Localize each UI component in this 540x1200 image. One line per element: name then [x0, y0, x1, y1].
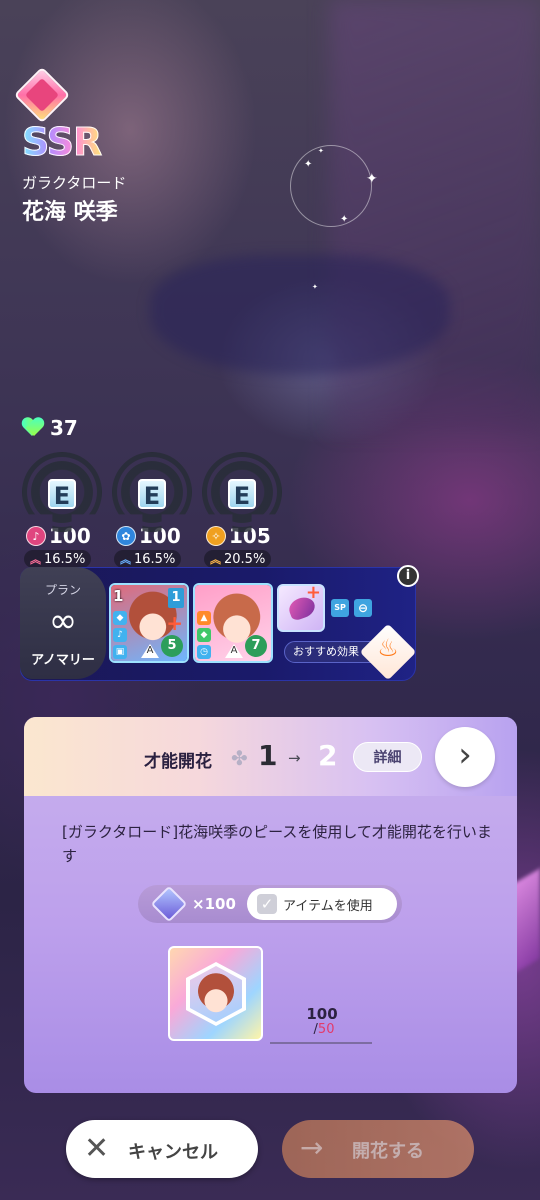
rank-gauge: E — [112, 452, 192, 532]
required-count: /50 — [313, 1022, 335, 1037]
rank-gauge: E — [22, 452, 102, 532]
card-rank: 1 — [168, 588, 184, 608]
background-collar — [150, 255, 450, 375]
use-item-label: アイテムを使用 — [283, 898, 373, 914]
sparkle-icon: ✦ — [340, 214, 349, 225]
sparkle-icon: ✦ — [366, 171, 378, 187]
use-item-toggle[interactable]: ✓ アイテムを使用 — [247, 888, 397, 920]
panel-header: 才能開花 ✤ 1 → 2 詳細 › — [24, 717, 517, 796]
rank-letter: E — [228, 479, 256, 510]
support-card[interactable]: 1 1 + ◆ ♪ ▣ A 5 — [109, 583, 189, 663]
stat-vocal: E ♪ 100 ︽ 16.5% — [22, 452, 104, 568]
support-card[interactable]: ▲ ◆ ◷ A 7 — [193, 583, 273, 663]
sp-badge: SP — [331, 599, 349, 617]
plus-icon: + — [166, 611, 183, 635]
sparkle-icon: ✦ — [312, 283, 318, 291]
card-level: 1 — [113, 587, 124, 605]
skill-icons: ◆ ♪ ▣ — [113, 611, 127, 659]
card-name: 花海 咲季 — [22, 200, 118, 225]
divider — [270, 1042, 372, 1044]
panel-title: 才能開花 — [144, 752, 212, 772]
cancel-label: キャンセル — [128, 1142, 218, 1163]
stamina: 37 — [22, 416, 78, 440]
plan-label: プラン — [44, 583, 81, 597]
sparkle-ring — [290, 145, 372, 227]
clover-icon: ✤ — [231, 746, 248, 770]
fire-icon: ♨ — [377, 634, 399, 662]
rank-gauge: E — [202, 452, 282, 532]
rank-letter: E — [48, 479, 76, 510]
stat-visual: E ✧ 105 ︽ 20.5% — [202, 452, 284, 568]
rank-letter: E — [138, 479, 166, 510]
visual-icon: ✧ — [206, 526, 226, 546]
count-badge: 5 — [161, 635, 183, 657]
close-icon: ✕ — [84, 1131, 110, 1166]
talent-bloom-panel: 才能開花 ✤ 1 → 2 詳細 › [ガラクタロード]花海咲季のピースを使用して… — [24, 717, 517, 1093]
sparkle-icon: ✦ — [318, 147, 324, 155]
card-subtitle: ガラクタロード — [22, 174, 127, 192]
rarity-badge: SSR — [21, 120, 102, 165]
stamina-value: 37 — [50, 416, 78, 440]
checkbox-icon[interactable]: ✓ — [257, 894, 277, 914]
stat-dance: E ✿ 100 ︽ 16.5% — [112, 452, 194, 568]
infinity-icon: ∞ — [48, 601, 78, 641]
bloom-description: [ガラクタロード]花海咲季のピースを使用して才能開花を行います — [62, 823, 492, 865]
stat-percent: ︽ 16.5% — [114, 550, 182, 568]
detail-button[interactable]: 詳細 — [353, 742, 422, 772]
arrow-icon: → — [288, 749, 301, 767]
plus-icon: + — [305, 582, 321, 603]
info-icon[interactable]: i — [397, 565, 419, 587]
level-from: 1 — [258, 739, 278, 772]
bloom-label: 開花する — [352, 1141, 424, 1162]
plan-box[interactable]: プラン ∞ アノマリー — [20, 567, 106, 679]
stat-percent: ︽ 20.5% — [204, 550, 272, 568]
p-item[interactable]: + — [277, 582, 325, 632]
item-quantity: ×100 — [192, 895, 236, 913]
skill-icons: ▲ ◆ ◷ — [197, 611, 211, 659]
vocal-icon: ♪ — [26, 526, 46, 546]
heart-icon — [22, 418, 44, 438]
level-to: 2 — [318, 739, 338, 772]
owned-count: 100 — [306, 1005, 338, 1023]
memory-piece[interactable] — [168, 946, 263, 1041]
dance-icon: ✿ — [116, 526, 136, 546]
next-arrow-button[interactable]: › — [435, 727, 495, 787]
sparkle-icon: ✦ — [304, 159, 313, 170]
bloom-button[interactable]: → 開花する — [282, 1120, 474, 1178]
arrow-right-icon: → — [300, 1131, 324, 1164]
cancel-button[interactable]: ✕ キャンセル — [66, 1120, 258, 1178]
count-badge: 7 — [245, 635, 267, 657]
plan-name: アノマリー — [31, 653, 95, 668]
stat-percent: ︽ 16.5% — [24, 550, 92, 568]
minus-icon: ⊖ — [354, 599, 372, 617]
